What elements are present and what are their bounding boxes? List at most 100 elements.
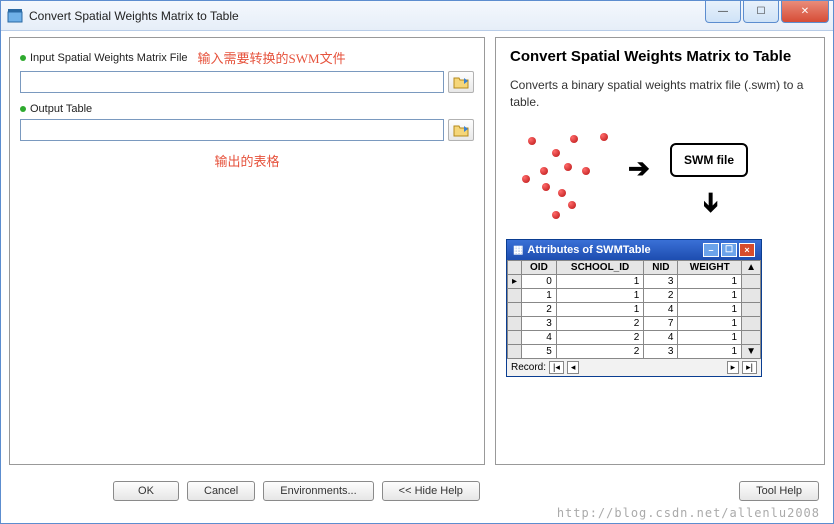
nav-next-button[interactable]: ▸	[727, 361, 740, 374]
attr-maximize-button[interactable]: ☐	[721, 243, 737, 257]
cell: 4	[644, 330, 678, 344]
point-dot	[564, 163, 572, 171]
cell: 1	[556, 302, 644, 316]
point-dot	[540, 167, 548, 175]
point-dot	[542, 183, 550, 191]
record-navigator: Record: |◂ ◂ ▸ ▸|	[507, 359, 761, 376]
hide-help-button[interactable]: << Hide Help	[382, 481, 480, 501]
cell: 7	[644, 316, 678, 330]
cell: 1	[678, 330, 742, 344]
nav-prev-button[interactable]: ◂	[567, 361, 580, 374]
arrow-right-icon: ➔	[628, 153, 650, 184]
table-icon: ▦	[513, 243, 523, 256]
attr-minimize-button[interactable]: –	[703, 243, 719, 257]
output-table-label: Output Table	[30, 103, 92, 115]
point-dot	[522, 175, 530, 183]
cell: 1	[678, 316, 742, 330]
titlebar[interactable]: Convert Spatial Weights Matrix to Table …	[1, 1, 833, 31]
help-title: Convert Spatial Weights Matrix to Table	[510, 48, 810, 65]
diagram: ➔ SWM file ➔ ▦ Attributes of SWMTable – …	[510, 129, 766, 409]
cell: 3	[644, 344, 678, 358]
swm-file-box: SWM file	[670, 143, 748, 177]
cell: 4	[644, 302, 678, 316]
table-row[interactable]: 4241	[508, 330, 761, 344]
input-field-row	[20, 71, 474, 93]
window-buttons: — ☐ ✕	[705, 1, 829, 23]
cell: 2	[556, 344, 644, 358]
table-row[interactable]: 2141	[508, 302, 761, 316]
cancel-button[interactable]: Cancel	[187, 481, 255, 501]
ok-button[interactable]: OK	[113, 481, 179, 501]
attributes-title: Attributes of SWMTable	[527, 244, 650, 256]
cell: 1	[678, 274, 742, 288]
attributes-table: OID SCHOOL_ID NID WEIGHT ▲ ▸0131 1121 21…	[507, 260, 761, 359]
window-root: Convert Spatial Weights Matrix to Table …	[0, 0, 834, 524]
cell: 3	[644, 274, 678, 288]
minimize-button[interactable]: —	[705, 1, 741, 23]
cell: 1	[556, 274, 644, 288]
attr-window-controls: – ☐ ×	[703, 243, 755, 257]
point-dot	[558, 189, 566, 197]
attr-close-button[interactable]: ×	[739, 243, 755, 257]
cell: 4	[522, 330, 557, 344]
cell: 2	[644, 288, 678, 302]
nav-last-button[interactable]: ▸|	[742, 361, 757, 374]
tool-help-button[interactable]: Tool Help	[739, 481, 819, 501]
col-oid[interactable]: OID	[522, 260, 557, 274]
input-swm-field[interactable]	[20, 71, 444, 93]
cell: 2	[522, 302, 557, 316]
help-description: Converts a binary spatial weights matrix…	[510, 77, 810, 111]
table-row[interactable]: ▸0131	[508, 274, 761, 288]
point-dot	[552, 211, 560, 219]
output-label-row: Output Table	[20, 103, 474, 115]
input-annotation: 输入需要转换的SWM文件	[198, 48, 346, 67]
cell: 1	[556, 288, 644, 302]
parameters-pane: Input Spatial Weights Matrix File 输入需要转换…	[9, 37, 485, 465]
cell: 3	[522, 316, 557, 330]
cell: 0	[522, 274, 557, 288]
client-area: Input Spatial Weights Matrix File 输入需要转换…	[1, 31, 833, 471]
record-label: Record:	[511, 362, 546, 373]
point-dot	[568, 201, 576, 209]
environments-button[interactable]: Environments...	[263, 481, 373, 501]
cell: 1	[678, 344, 742, 358]
close-button[interactable]: ✕	[781, 1, 829, 23]
table-row[interactable]: 3271	[508, 316, 761, 330]
browse-input-button[interactable]	[448, 71, 474, 93]
col-nid[interactable]: NID	[644, 260, 678, 274]
browse-output-button[interactable]	[448, 119, 474, 141]
watermark: http://blog.csdn.net/allenlu2008	[557, 506, 820, 520]
attributes-window: ▦ Attributes of SWMTable – ☐ × OID SCHOO…	[506, 239, 762, 377]
point-dot	[570, 135, 578, 143]
point-dot	[582, 167, 590, 175]
scrollbar-up-icon[interactable]: ▲	[742, 260, 761, 274]
cell: 5	[522, 344, 557, 358]
attributes-titlebar[interactable]: ▦ Attributes of SWMTable – ☐ ×	[507, 240, 761, 260]
cell: 2	[556, 330, 644, 344]
cell: 2	[556, 316, 644, 330]
cell: 1	[678, 288, 742, 302]
required-indicator-icon	[20, 55, 26, 61]
arrow-down-icon: ➔	[695, 191, 726, 213]
table-header-row: OID SCHOOL_ID NID WEIGHT ▲	[508, 260, 761, 274]
table-row[interactable]: 1121	[508, 288, 761, 302]
input-label-row: Input Spatial Weights Matrix File 输入需要转换…	[20, 48, 474, 67]
nav-first-button[interactable]: |◂	[549, 361, 564, 374]
cell: 1	[678, 302, 742, 316]
table-row[interactable]: 5231▼	[508, 344, 761, 358]
cell: 1	[522, 288, 557, 302]
point-dot	[552, 149, 560, 157]
col-school-id[interactable]: SCHOOL_ID	[556, 260, 644, 274]
row-selector-header[interactable]	[508, 260, 522, 274]
point-dot	[528, 137, 536, 145]
app-icon	[7, 8, 23, 24]
output-table-field[interactable]	[20, 119, 444, 141]
maximize-button[interactable]: ☐	[743, 1, 779, 23]
button-bar: OK Cancel Environments... << Hide Help T…	[1, 471, 833, 511]
folder-open-icon	[453, 123, 469, 137]
point-dot	[600, 133, 608, 141]
help-pane: Convert Spatial Weights Matrix to Table …	[495, 37, 825, 465]
input-swm-label: Input Spatial Weights Matrix File	[30, 52, 188, 64]
folder-open-icon	[453, 75, 469, 89]
col-weight[interactable]: WEIGHT	[678, 260, 742, 274]
